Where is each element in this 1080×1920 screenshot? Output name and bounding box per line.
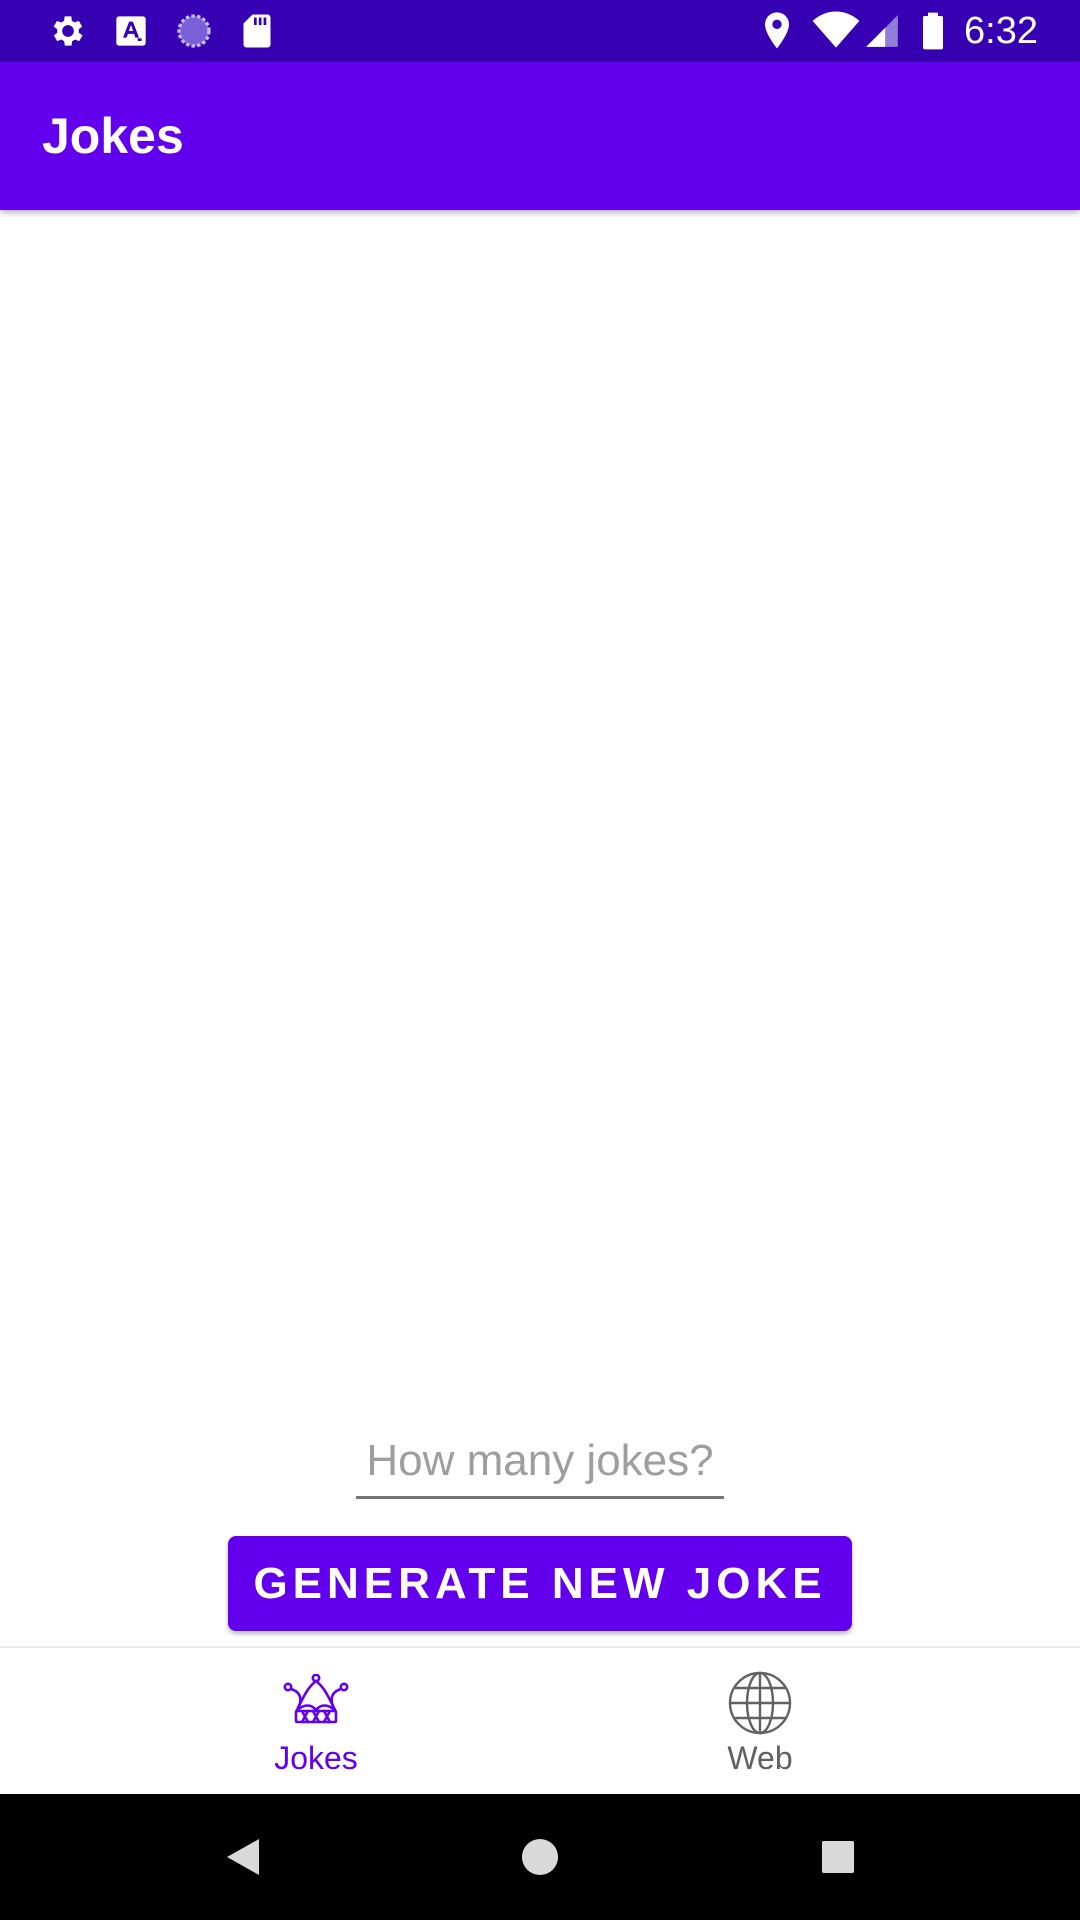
jokes-count-input[interactable] bbox=[356, 1425, 724, 1496]
nav-item-web-label: Web bbox=[727, 1740, 793, 1776]
page-title: Jokes bbox=[42, 108, 184, 164]
nav-item-web[interactable]: Web bbox=[490, 1648, 1030, 1796]
status-time: 6:32 bbox=[964, 10, 1038, 52]
location-icon bbox=[760, 0, 794, 62]
battery-icon bbox=[920, 0, 946, 62]
sync-circle-icon bbox=[174, 0, 214, 62]
recents-icon[interactable] bbox=[818, 1794, 858, 1920]
sd-card-icon bbox=[240, 0, 274, 62]
gear-icon bbox=[48, 0, 88, 62]
home-icon[interactable] bbox=[515, 1794, 565, 1920]
signal-icon bbox=[862, 0, 902, 62]
back-icon[interactable] bbox=[218, 1794, 268, 1920]
system-navigation-bar bbox=[0, 1794, 1080, 1920]
bottom-navigation: Jokes Web bbox=[0, 1646, 1080, 1794]
font-a-icon bbox=[114, 0, 148, 62]
status-bar: 6:32 bbox=[0, 0, 1080, 62]
jester-hat-icon bbox=[283, 1673, 349, 1733]
globe-icon bbox=[727, 1670, 793, 1741]
generate-joke-button[interactable]: GENERATE NEW JOKE bbox=[228, 1536, 852, 1631]
jokes-count-field[interactable] bbox=[356, 1425, 724, 1499]
app-bar: Jokes bbox=[0, 62, 1080, 210]
wifi-icon bbox=[810, 0, 862, 62]
